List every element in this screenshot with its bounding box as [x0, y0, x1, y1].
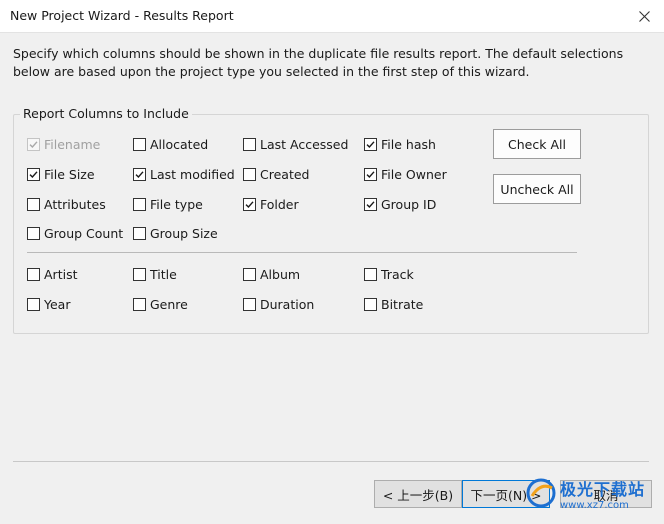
- checkbox-label: Title: [150, 266, 177, 282]
- checkbox-group-count[interactable]: Group Count: [27, 225, 123, 241]
- checkbox-artist[interactable]: Artist: [27, 266, 77, 282]
- checkbox-allocated[interactable]: Allocated: [133, 136, 208, 152]
- checkbox-box[interactable]: [364, 267, 377, 281]
- checkbox-label: Group Size: [150, 225, 218, 241]
- next-button[interactable]: 下一页(N) >: [462, 480, 550, 508]
- checkbox-album[interactable]: Album: [243, 266, 300, 282]
- media-separator: [27, 252, 577, 253]
- checkbox-track[interactable]: Track: [364, 266, 414, 282]
- checkbox-group-id[interactable]: Group ID: [364, 196, 436, 212]
- checkbox-label: Last Accessed: [260, 136, 349, 152]
- close-icon: [638, 10, 650, 22]
- checkbox-box[interactable]: [27, 297, 40, 311]
- checkbox-group-size[interactable]: Group Size: [133, 225, 218, 241]
- check-all-button[interactable]: Check All: [493, 129, 581, 159]
- checkbox-file-hash[interactable]: File hash: [364, 136, 436, 152]
- checkbox-label: Duration: [260, 296, 315, 312]
- checkbox-last-accessed[interactable]: Last Accessed: [243, 136, 348, 152]
- checkbox-box[interactable]: [27, 226, 40, 240]
- checkbox-box[interactable]: [27, 197, 40, 211]
- checkbox-last-modified[interactable]: Last modified: [133, 166, 235, 182]
- checkbox-label: Year: [44, 296, 71, 312]
- checkbox-label: Bitrate: [381, 296, 424, 312]
- checkbox-file-size[interactable]: File Size: [27, 166, 95, 182]
- checkbox-box[interactable]: [243, 297, 256, 311]
- checkbox-label: File type: [150, 196, 203, 212]
- checkbox-box[interactable]: [133, 197, 146, 211]
- checkbox-box[interactable]: [364, 167, 377, 181]
- checkbox-box[interactable]: [243, 267, 256, 281]
- group-label: Report Columns to Include: [20, 106, 192, 121]
- footer-separator: [13, 461, 649, 462]
- checkbox-file-type[interactable]: File type: [133, 196, 203, 212]
- description-text: Specify which columns should be shown in…: [13, 46, 624, 79]
- checkbox-label: Filename: [44, 136, 101, 152]
- window-title: New Project Wizard - Results Report: [10, 8, 234, 23]
- checkbox-folder[interactable]: Folder: [243, 196, 299, 212]
- checkbox-box: [27, 137, 40, 151]
- checkbox-box[interactable]: [27, 167, 40, 181]
- checkbox-label: Genre: [150, 296, 188, 312]
- checkbox-duration[interactable]: Duration: [243, 296, 314, 312]
- checkbox-genre[interactable]: Genre: [133, 296, 188, 312]
- cancel-button[interactable]: 取消: [560, 480, 652, 508]
- checkbox-label: File hash: [381, 136, 436, 152]
- checkmark-icon: [245, 200, 254, 208]
- checkbox-box[interactable]: [243, 167, 256, 181]
- checkbox-box[interactable]: [243, 197, 256, 211]
- checkmark-icon: [366, 140, 375, 148]
- checkbox-label: Last modified: [150, 166, 235, 182]
- checkbox-label: Attributes: [44, 196, 106, 212]
- title-bar: New Project Wizard - Results Report: [0, 0, 664, 33]
- close-button[interactable]: [624, 0, 664, 32]
- checkmark-icon: [135, 170, 144, 178]
- checkbox-label: Allocated: [150, 136, 209, 152]
- checkmark-icon: [29, 140, 38, 148]
- checkbox-label: Folder: [260, 196, 299, 212]
- checkbox-box[interactable]: [133, 167, 146, 181]
- checkbox-label: Artist: [44, 266, 78, 282]
- checkbox-box[interactable]: [364, 297, 377, 311]
- checkbox-created[interactable]: Created: [243, 166, 309, 182]
- checkbox-label: Group ID: [381, 196, 437, 212]
- checkbox-box[interactable]: [27, 267, 40, 281]
- checkbox-bitrate[interactable]: Bitrate: [364, 296, 423, 312]
- uncheck-all-button[interactable]: Uncheck All: [493, 174, 581, 204]
- checkbox-label: File Size: [44, 166, 95, 182]
- checkbox-box[interactable]: [133, 267, 146, 281]
- checkbox-box[interactable]: [133, 226, 146, 240]
- checkbox-title[interactable]: Title: [133, 266, 177, 282]
- checkmark-icon: [366, 170, 375, 178]
- checkbox-box[interactable]: [133, 137, 146, 151]
- checkbox-label: File Owner: [381, 166, 447, 182]
- checkbox-label: Group Count: [44, 225, 124, 241]
- checkbox-box[interactable]: [133, 297, 146, 311]
- checkbox-label: Album: [260, 266, 301, 282]
- checkbox-file-owner[interactable]: File Owner: [364, 166, 447, 182]
- checkbox-box[interactable]: [243, 137, 256, 151]
- checkbox-attributes[interactable]: Attributes: [27, 196, 106, 212]
- checkmark-icon: [29, 170, 38, 178]
- back-button[interactable]: < 上一步(B): [374, 480, 462, 508]
- checkbox-box[interactable]: [364, 197, 377, 211]
- checkmark-icon: [366, 200, 375, 208]
- checkbox-year[interactable]: Year: [27, 296, 70, 312]
- checkbox-label: Created: [260, 166, 310, 182]
- checkbox-filename: Filename: [27, 136, 100, 152]
- checkbox-box[interactable]: [364, 137, 377, 151]
- checkbox-label: Track: [381, 266, 414, 282]
